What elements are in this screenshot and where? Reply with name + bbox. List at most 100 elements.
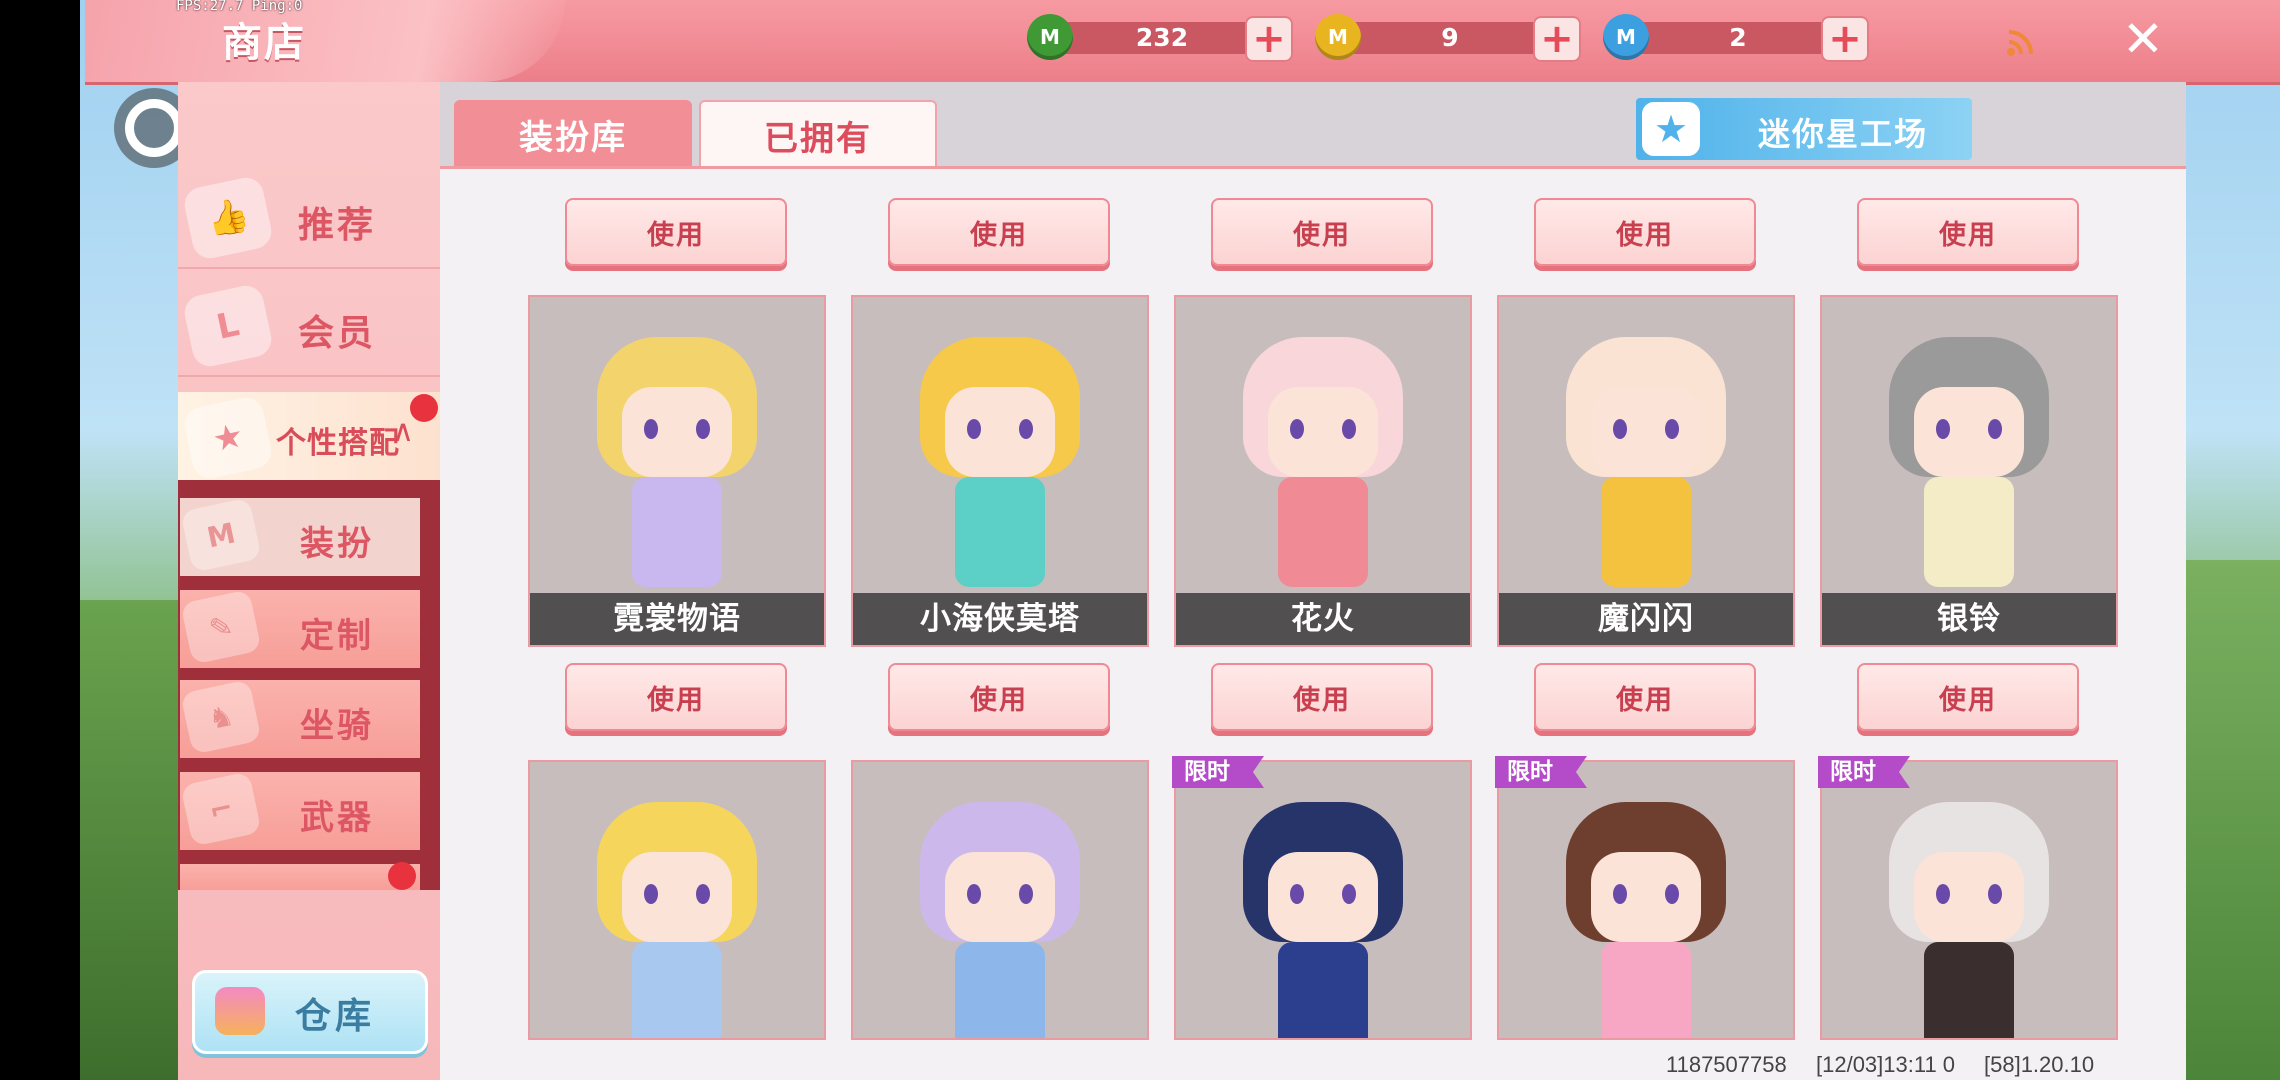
character-figure [592, 802, 762, 1038]
character-figure [1238, 337, 1408, 607]
use-button[interactable]: 使用 [1211, 663, 1433, 731]
character-eye [1665, 884, 1679, 904]
currency-green-value: 232 [1135, 23, 1189, 52]
limited-time-badge: 限时 [1172, 756, 1264, 788]
character-eye [1019, 884, 1033, 904]
signal-icon [2007, 30, 2033, 56]
sidebar-subitem-more[interactable] [180, 864, 420, 890]
add-gold-coin-button[interactable]: + [1533, 16, 1581, 62]
skin-card[interactable] [1497, 760, 1795, 1040]
sidebar-subitem-custom[interactable]: ✎ 定制 [180, 589, 420, 668]
sidebar-item-label: 推荐 [298, 205, 377, 246]
character-eye [1936, 419, 1950, 439]
ring-icon [125, 99, 183, 157]
character-body [955, 477, 1045, 587]
use-button[interactable]: 使用 [1857, 663, 2079, 731]
character-eye [1613, 419, 1627, 439]
sidebar-subitem-weapon[interactable]: ⌐ 武器 [180, 771, 420, 850]
character-body [1278, 942, 1368, 1038]
skin-card[interactable]: 银铃 [1820, 295, 2118, 647]
character-eye [1019, 419, 1033, 439]
character-figure [1884, 337, 2054, 607]
sidebar-subitem-label: 定制 [300, 616, 374, 656]
character-body [1601, 942, 1691, 1038]
close-icon[interactable]: ✕ [2118, 14, 2168, 64]
warehouse-label: 仓库 [295, 996, 376, 1037]
sidebar-subitem-mount[interactable]: ♞ 坐骑 [180, 679, 420, 758]
use-button[interactable]: 使用 [1534, 198, 1756, 266]
thumbs-up-icon: 👍 [181, 174, 275, 262]
skin-card[interactable]: 小海侠莫塔 [851, 295, 1149, 647]
character-eye [1342, 884, 1356, 904]
character-eye [1665, 419, 1679, 439]
character-body [955, 942, 1045, 1038]
sidebar-item-style[interactable]: ★ 个性搭配 ∧ [178, 392, 440, 482]
skin-name: 花火 [1176, 593, 1470, 645]
background-terrain-right [2180, 560, 2280, 1080]
character-figure [1884, 802, 2054, 1038]
skin-card[interactable] [528, 760, 826, 1040]
chevron-up-icon: ∧ [392, 414, 414, 449]
skin-card[interactable]: 花火 [1174, 295, 1472, 647]
character-eye [644, 419, 658, 439]
character-eye [1936, 884, 1950, 904]
skin-card[interactable] [851, 760, 1149, 1040]
skin-name: 魔闪闪 [1499, 593, 1793, 645]
character-figure [915, 802, 1085, 1038]
character-eye [1988, 884, 2002, 904]
sidebar-subitem-outfit[interactable]: M 装扮 [180, 497, 420, 576]
vip-icon: L [181, 282, 275, 370]
character-eye [1290, 419, 1304, 439]
sidebar-item-vip[interactable]: L 会员 [178, 280, 440, 377]
character-figure [1561, 802, 1731, 1038]
character-face [945, 387, 1055, 477]
character-figure [592, 337, 762, 607]
skin-card[interactable]: 霓裳物语 [528, 295, 826, 647]
currency-green: 232 M + [1027, 14, 1307, 62]
character-eye [1342, 419, 1356, 439]
star-icon: ★ [1642, 102, 1700, 156]
use-button[interactable]: 使用 [888, 198, 1110, 266]
add-blue-coin-button[interactable]: + [1821, 16, 1869, 62]
use-button[interactable]: 使用 [565, 198, 787, 266]
warehouse-button[interactable]: 仓库 [192, 970, 428, 1054]
gold-coin-icon: M [1315, 14, 1361, 60]
sidebar-subitem-label: 坐骑 [300, 706, 374, 746]
skin-card[interactable] [1820, 760, 2118, 1040]
green-coin-icon: M [1027, 14, 1073, 60]
use-button[interactable]: 使用 [1857, 198, 2079, 266]
character-body [632, 942, 722, 1038]
skin-name: 小海侠莫塔 [853, 593, 1147, 645]
mini-workshop-button[interactable]: ★ 迷你星工场 [1636, 98, 1972, 160]
character-eye [967, 419, 981, 439]
use-button[interactable]: 使用 [888, 663, 1110, 731]
character-eye [967, 884, 981, 904]
sidebar-item-label: 会员 [298, 313, 377, 354]
tab-owned[interactable]: 已拥有 [699, 100, 937, 168]
game-version: [58]1.20.10 [1984, 1052, 2095, 1077]
currency-blue-value: 2 [1729, 23, 1747, 52]
character-face [622, 387, 732, 477]
use-button[interactable]: 使用 [1534, 663, 1756, 731]
chest-icon [215, 987, 265, 1035]
add-green-coin-button[interactable]: + [1245, 16, 1293, 62]
skin-name: 霓裳物语 [530, 593, 824, 645]
player-id: 1187507758 [1666, 1052, 1787, 1077]
limited-time-badge: 限时 [1495, 756, 1587, 788]
skin-card[interactable]: 魔闪闪 [1497, 295, 1795, 647]
use-button[interactable]: 使用 [565, 663, 787, 731]
sidebar-item-recommend[interactable]: 👍 推荐 [178, 172, 440, 269]
page-title: 商店 [222, 20, 306, 66]
shirt-icon: M [180, 497, 262, 573]
use-button[interactable]: 使用 [1211, 198, 1433, 266]
character-face [1914, 387, 2024, 477]
character-face [1268, 387, 1378, 477]
tab-outfit-library[interactable]: 装扮库 [454, 100, 692, 168]
currency-gold: 9 M + [1315, 14, 1595, 62]
character-body [1601, 477, 1691, 587]
skin-name: 银铃 [1822, 593, 2116, 645]
character-face [1914, 852, 2024, 942]
character-body [1924, 477, 2014, 587]
skin-card[interactable] [1174, 760, 1472, 1040]
character-face [1591, 387, 1701, 477]
